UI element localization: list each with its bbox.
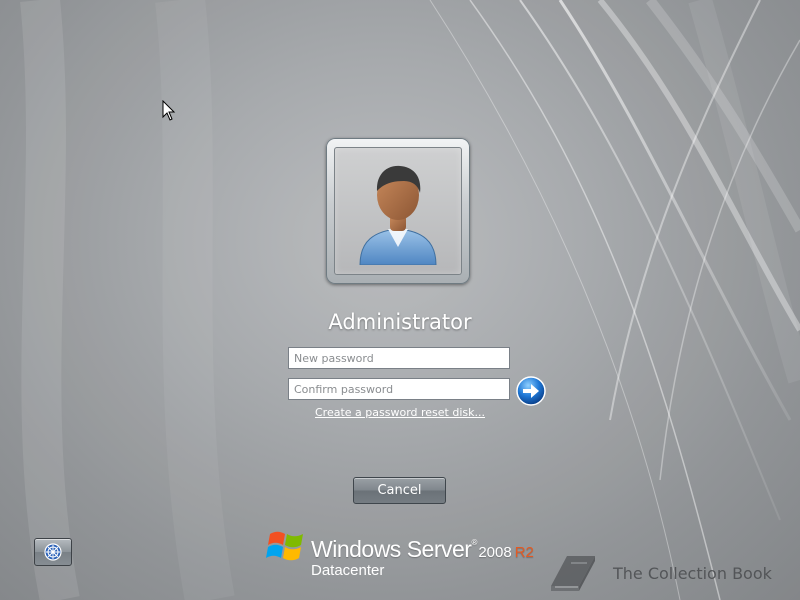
password-reset-disk-link[interactable]: Create a password reset disk... <box>250 406 550 419</box>
product-version: 2008 <box>478 544 512 561</box>
watermark-text: The Collection Book <box>613 564 772 583</box>
ease-of-access-button[interactable] <box>34 538 72 566</box>
confirm-password-field[interactable] <box>288 378 510 400</box>
new-password-field[interactable] <box>288 347 510 369</box>
book-icon <box>551 556 595 591</box>
product-edition: Datacenter <box>311 562 385 579</box>
mouse-pointer-icon <box>162 100 176 121</box>
logon-screen: Administrator Create a password reset di… <box>0 0 800 600</box>
user-tile-frame <box>334 147 462 275</box>
product-release: R2 <box>514 544 534 561</box>
windows-flag-icon <box>266 531 303 561</box>
user-tile[interactable] <box>326 138 470 284</box>
product-name: Windows Server®2008 R2 <box>311 536 534 563</box>
user-avatar-icon <box>359 165 437 265</box>
arrow-right-icon[interactable] <box>516 376 546 406</box>
trademark-symbol: ® <box>471 538 478 547</box>
product-title: Windows Server <box>311 536 472 562</box>
cancel-button[interactable]: Cancel <box>353 477 446 504</box>
background-light-streaks <box>0 0 800 600</box>
user-name: Administrator <box>328 310 472 334</box>
ease-of-access-icon <box>44 543 62 561</box>
